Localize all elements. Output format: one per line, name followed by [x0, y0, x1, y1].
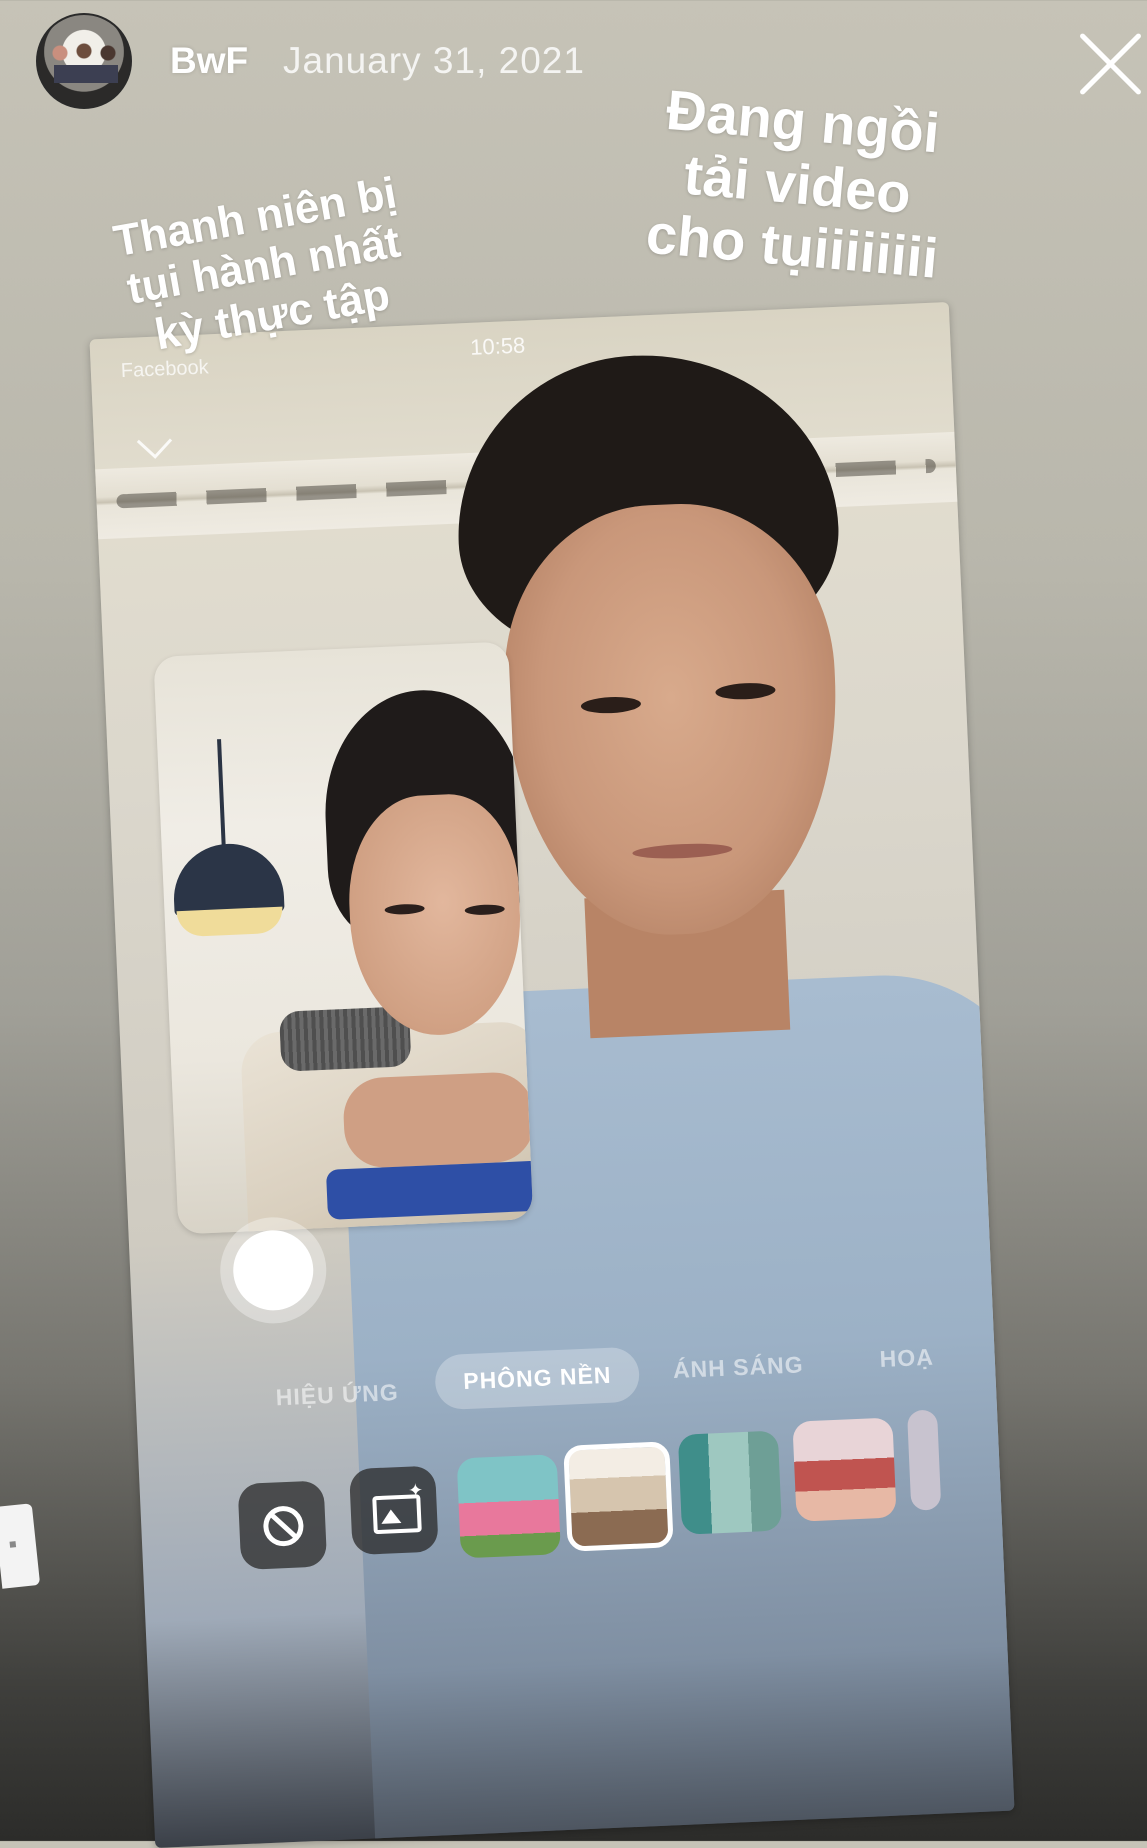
lamp-light: [176, 906, 284, 938]
mode-background[interactable]: PHÔNG NỀN: [434, 1346, 641, 1411]
status-time: 10:58: [469, 332, 526, 360]
background-thumbnail-selected[interactable]: [563, 1441, 674, 1552]
gallery-button[interactable]: ✦: [349, 1465, 439, 1556]
username[interactable]: BwF: [170, 40, 248, 82]
caption-right: Đang ngồi tải video cho tụiiiiiiii: [644, 78, 952, 291]
background-thumbnail[interactable]: [906, 1409, 942, 1511]
no-effect-button[interactable]: [237, 1480, 328, 1571]
close-icon[interactable]: [1070, 22, 1147, 102]
lamp-cord: [217, 739, 226, 850]
subject-face: [497, 497, 846, 942]
sparkle-icon: ✦: [407, 1480, 424, 1501]
background-thumbnail[interactable]: [792, 1417, 897, 1522]
pip-sleeve: [325, 1160, 534, 1220]
mode-effects[interactable]: HIỆU ỨNG: [275, 1379, 399, 1411]
story-header: BwF January 31, 2021: [0, 0, 1147, 130]
pip-video[interactable]: [153, 641, 534, 1235]
background-thumbnail[interactable]: [677, 1430, 783, 1535]
mode-more[interactable]: HOẠ: [879, 1344, 934, 1373]
back-to-app[interactable]: Facebook: [120, 356, 209, 383]
no-effect-icon: [262, 1505, 305, 1547]
previous-story-card[interactable]: [0, 1503, 41, 1589]
lamp-icon: [171, 841, 285, 917]
post-date: January 31, 2021: [283, 40, 585, 81]
avatar-photo: [48, 43, 124, 87]
background-thumbnail[interactable]: [456, 1454, 561, 1559]
shared-screenshot: Facebook 10:58 HIỆU ỨNG PHÔNG NỀN ÁNH SÁ…: [89, 301, 1015, 1848]
chevron-down-icon[interactable]: [136, 423, 173, 459]
pip-hand: [341, 1070, 534, 1170]
pip-face: [344, 791, 526, 1039]
profile-avatar[interactable]: [36, 13, 132, 109]
mode-lighting[interactable]: ÁNH SÁNG: [672, 1351, 804, 1384]
